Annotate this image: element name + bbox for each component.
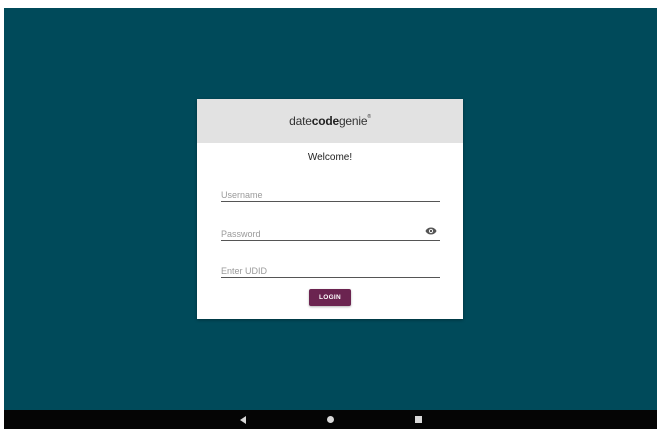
eye-icon[interactable] bbox=[425, 226, 437, 236]
recents-square-icon bbox=[414, 416, 422, 423]
card-header: datecodegenie® bbox=[197, 99, 463, 143]
logo-part-genie: genie bbox=[338, 114, 368, 128]
login-card: datecodegenie® Welcome! LOGIN bbox=[197, 99, 463, 319]
welcome-text: Welcome! bbox=[307, 152, 353, 163]
home-button[interactable] bbox=[320, 410, 340, 429]
password-field bbox=[221, 224, 440, 241]
username-field bbox=[221, 185, 440, 202]
datecodegenie-logo: datecodegenie® bbox=[289, 114, 371, 128]
back-triangle-icon bbox=[240, 415, 246, 424]
home-circle-icon bbox=[326, 416, 334, 423]
udid-field bbox=[221, 261, 440, 278]
username-input[interactable] bbox=[221, 188, 440, 202]
back-button[interactable] bbox=[233, 410, 253, 429]
udid-input[interactable] bbox=[221, 264, 440, 278]
recents-button[interactable] bbox=[408, 410, 428, 429]
android-navigation-bar bbox=[4, 410, 657, 429]
app-background: datecodegenie® Welcome! LOGIN bbox=[4, 8, 657, 410]
logo-part-date: date bbox=[289, 114, 312, 128]
login-button[interactable]: LOGIN bbox=[309, 289, 351, 306]
logo-registered-mark: ® bbox=[367, 114, 371, 120]
logo-part-code: code bbox=[311, 114, 339, 128]
password-input[interactable] bbox=[221, 227, 411, 241]
